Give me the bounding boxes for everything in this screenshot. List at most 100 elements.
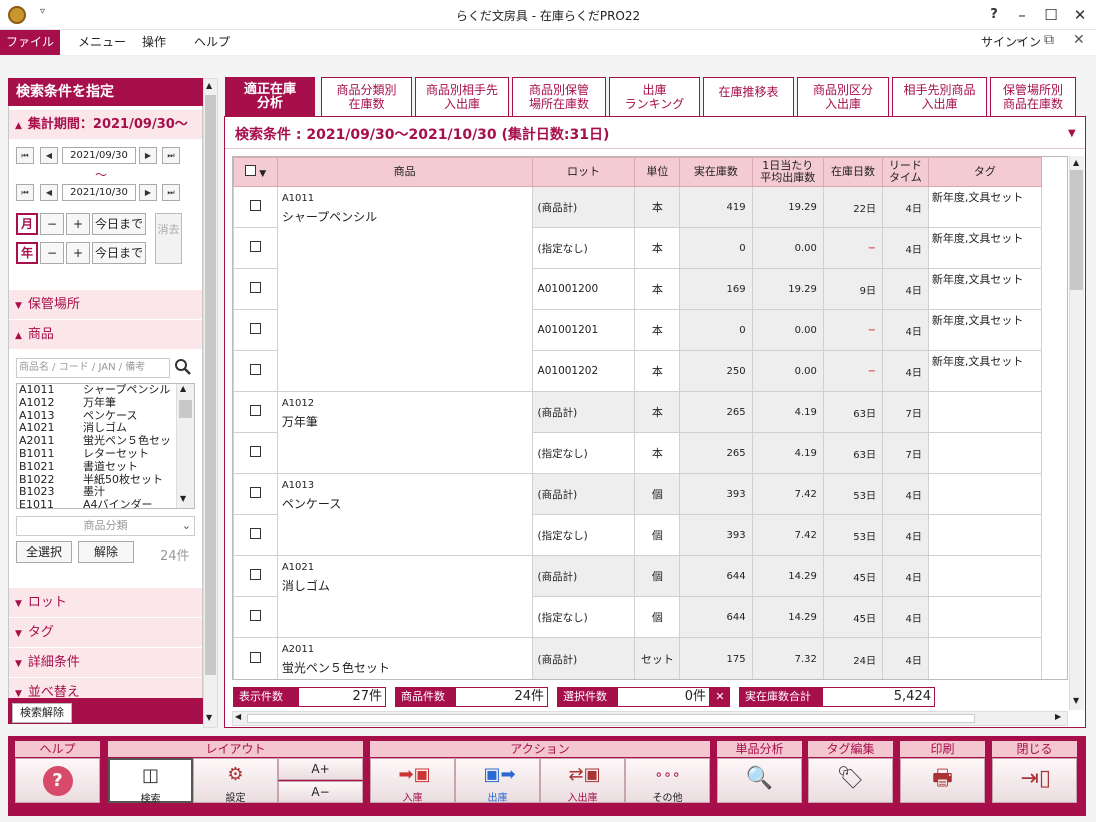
deselect-button[interactable]: 解除 (78, 541, 134, 563)
close-button[interactable]: ⇥▯ (992, 758, 1077, 803)
prev-date-button[interactable]: ◀ (40, 147, 58, 164)
condition-expand-icon[interactable]: ▼ (1068, 128, 1076, 139)
maximize-icon[interactable]: ☐ (1037, 3, 1065, 27)
scroll-thumb[interactable] (179, 400, 192, 418)
minimize-icon[interactable]: – (1008, 3, 1036, 27)
row-checkbox-cell[interactable] (233, 268, 278, 310)
single-analysis-button[interactable]: 🔍 (717, 758, 802, 803)
first-date-button-2[interactable]: ⏮ (16, 184, 34, 201)
tab-6[interactable]: 在庫推移表 (703, 77, 794, 116)
font-increase-button[interactable]: A+ (278, 758, 363, 780)
row-checkbox-cell[interactable] (233, 309, 278, 351)
search-clear-button[interactable]: 検索解除 (12, 703, 72, 723)
storage-section[interactable]: ▼ 保管場所 (9, 290, 202, 319)
first-date-button[interactable]: ⏮ (16, 147, 34, 164)
last-date-button[interactable]: ⏭ (162, 147, 180, 164)
font-decrease-button[interactable]: A− (278, 781, 363, 803)
help-question-button[interactable]: ? (980, 3, 1008, 27)
row-checkbox[interactable] (249, 610, 261, 621)
last-date-button-2[interactable]: ⏭ (162, 184, 180, 201)
table-row[interactable]: A1021 消しゴム (商品計) 個 644 14.29 45日 4日 (233, 555, 1043, 638)
tag-edit-button[interactable]: 🏷 (808, 758, 893, 803)
row-checkbox[interactable] (249, 364, 261, 375)
other-button[interactable]: ∘∘∘ その他 (625, 758, 710, 804)
table-vscroll-thumb[interactable] (1070, 170, 1083, 290)
tab-5[interactable]: 出庫 ランキング (609, 77, 700, 116)
select-all-checkbox[interactable] (244, 164, 256, 176)
month-minus-button[interactable]: − (40, 213, 64, 235)
row-checkbox-cell[interactable] (233, 391, 278, 433)
tab-4[interactable]: 商品別保管 場所在庫数 (512, 77, 606, 116)
date-to-input[interactable]: 2021/10/30 (62, 184, 136, 201)
tab-7[interactable]: 商品別区分 入出庫 (797, 77, 889, 116)
stock-out-button[interactable]: ▣➡ 出庫 (455, 758, 540, 804)
product-search-input[interactable]: 商品名 / コード / JAN / 備考 (16, 358, 170, 378)
scroll-down-icon[interactable]: ▼ (1073, 696, 1079, 705)
row-checkbox[interactable] (249, 446, 261, 457)
left-panel-scrollbar[interactable]: ▲ ▼ (203, 78, 218, 728)
clear-period-button[interactable]: 消去 (155, 213, 182, 264)
next-date-button[interactable]: ▶ (139, 147, 157, 164)
product-list[interactable]: A1011 シャープペンシル A1012 万年筆 A1013 ペンケース A1021 消しゴム… (16, 383, 195, 509)
doc-minimize-icon[interactable]: – (1016, 32, 1023, 48)
month-plus-button[interactable]: + (66, 213, 90, 235)
product-list-item[interactable]: A1011 シャープペンシル (17, 384, 194, 397)
header-product[interactable]: 商品 (276, 157, 533, 187)
tab-8[interactable]: 相手先別商品 入出庫 (892, 77, 987, 116)
row-checkbox-cell[interactable] (233, 227, 278, 269)
product-list-item[interactable]: B1021 書道セット (17, 460, 194, 474)
row-checkbox-cell[interactable] (233, 432, 278, 474)
scroll-down-icon[interactable]: ▼ (206, 713, 212, 722)
year-today-button[interactable]: 今日まで (92, 242, 146, 264)
clear-selection-icon[interactable]: ✕ (710, 687, 730, 707)
signin-link[interactable]: サインイン (981, 33, 1041, 50)
header-unit[interactable]: 単位 (634, 157, 681, 187)
header-days[interactable]: 在庫日数 (822, 157, 884, 187)
close-icon[interactable]: ✕ (1066, 3, 1094, 27)
lot-section[interactable]: ▼ ロット (9, 588, 202, 617)
row-checkbox-cell[interactable] (233, 186, 278, 228)
menu-operation[interactable]: 操作 (128, 30, 180, 55)
header-tag[interactable]: タグ (927, 157, 1043, 187)
search-layout-button[interactable]: ◫ 検索 (108, 758, 193, 805)
print-button[interactable]: 🖶 (900, 758, 985, 803)
scroll-up-icon[interactable]: ▲ (1073, 158, 1079, 167)
row-checkbox[interactable] (249, 200, 261, 211)
scroll-left-icon[interactable]: ◀ (235, 712, 241, 721)
scroll-up-icon[interactable]: ▲ (206, 81, 212, 90)
category-select[interactable]: 商品分類 ⌄ (16, 516, 195, 536)
product-list-item[interactable]: E1011 A4バインダー (17, 498, 194, 508)
menu-file[interactable]: ファイル (0, 30, 60, 55)
search-icon[interactable] (174, 358, 192, 376)
header-lead[interactable]: リード タイム (882, 157, 929, 187)
scroll-right-icon[interactable]: ▶ (1055, 712, 1061, 721)
tab-9[interactable]: 保管場所別 商品在庫数 (990, 77, 1076, 116)
date-from-input[interactable]: 2021/09/30 (62, 147, 136, 164)
product-list-scrollbar[interactable]: ▲ ▼ (176, 384, 194, 508)
table-row[interactable]: A1012 万年筆 (商品計) 本 265 4.19 63日 7日 (233, 391, 1043, 474)
tab-2[interactable]: 商品分類別 在庫数 (321, 77, 412, 116)
table-row[interactable]: A1011 シャープペンシル (商品計) 本 419 19.29 22日 4日 新年度,文具セッ… (233, 186, 1043, 392)
settings-button[interactable]: ⚙ 設定 (193, 758, 278, 804)
sort-section[interactable]: ▼ 並べ替え (9, 678, 202, 698)
header-avg[interactable]: 1日当たり 平均出庫数 (751, 157, 824, 187)
product-list-item[interactable]: B1011 レターセット (17, 447, 194, 461)
row-checkbox[interactable] (249, 569, 261, 580)
detail-section[interactable]: ▼ 詳細条件 (9, 648, 202, 677)
row-checkbox[interactable] (249, 282, 261, 293)
period-section[interactable]: ▲ 集計期間：2021/09/30〜 (9, 110, 202, 139)
doc-restore-icon[interactable]: ⧉ (1044, 32, 1054, 48)
row-checkbox-cell[interactable] (233, 637, 278, 679)
year-minus-button[interactable]: − (40, 242, 64, 264)
header-lot[interactable]: ロット (531, 157, 636, 187)
header-checkbox[interactable]: ▼ (233, 157, 278, 187)
table-row[interactable]: A2011 蛍光ペン５色セット (商品計) セット 175 7.32 24日 4日 (233, 637, 1043, 679)
product-list-item[interactable]: A1012 万年筆 (17, 396, 194, 410)
tab-1[interactable]: 適正在庫 分析 (225, 77, 315, 116)
next-date-button-2[interactable]: ▶ (139, 184, 157, 201)
month-unit-button[interactable]: 月 (16, 213, 38, 235)
table-row[interactable]: A1013 ペンケース (商品計) 個 393 7.42 53日 4日 (233, 473, 1043, 556)
stock-inout-button[interactable]: ⇄▣ 入出庫 (540, 758, 625, 804)
scroll-thumb[interactable] (205, 95, 216, 675)
stock-in-button[interactable]: ➡▣ 入庫 (370, 758, 455, 804)
